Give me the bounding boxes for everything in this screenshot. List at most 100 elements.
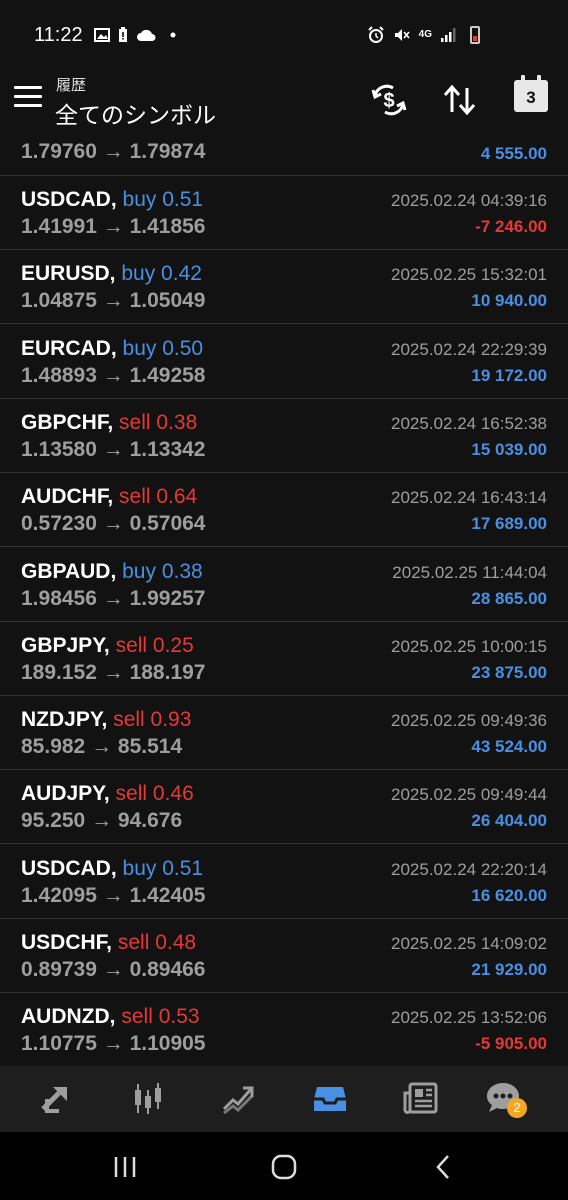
trade-prices: 85.982 → 85.514	[21, 735, 183, 759]
symbol-name: USDCHF,	[21, 931, 113, 954]
trade-time: 2025.02.24 22:29:39	[391, 339, 547, 359]
trade-prices: 1.41991 → 1.41856	[21, 215, 206, 238]
trade-profit: 10 940.00	[471, 291, 547, 311]
alarm-icon	[367, 26, 384, 43]
list-item-partial[interactable]: 1.79760 → 1.79874 4 555.00	[0, 132, 568, 176]
trade-symbol: USDCHF, sell 0.48	[21, 931, 196, 955]
notification-dot-icon	[170, 32, 176, 38]
trade-profit: 16 620.00	[471, 885, 547, 905]
trade-symbol: AUDNZD, sell 0.53	[21, 1005, 200, 1029]
history-list: 1.79760 → 1.79874 4 555.00 USDCAD, buy 0…	[0, 132, 568, 1066]
trade-profit: 28 865.00	[471, 588, 547, 608]
trade-symbol: GBPAUD, buy 0.38	[21, 560, 203, 584]
currency-exchange-icon[interactable]: $	[369, 82, 409, 118]
status-time: 11:22	[34, 24, 83, 46]
trade-profit: 23 875.00	[471, 662, 547, 682]
trade-side: sell 0.64	[119, 485, 198, 509]
menu-icon[interactable]	[14, 86, 42, 110]
trade-prices: 1.13580 → 1.13342	[21, 437, 206, 461]
network-type: 4G	[418, 29, 432, 40]
calendar-day: 3	[526, 88, 536, 107]
trade-time: 2025.02.25 09:49:44	[391, 785, 547, 805]
gallery-icon	[94, 28, 110, 42]
trade-profit: 15 039.00	[471, 439, 547, 459]
trade-time: 2025.02.25 11:44:04	[392, 562, 547, 582]
trade-time: 2025.02.25 15:32:01	[391, 265, 547, 285]
symbol-name: EURUSD,	[21, 262, 116, 286]
sort-icon[interactable]	[440, 82, 480, 118]
symbol-name: EURCAD,	[21, 336, 117, 360]
trade-time: 2025.02.25 13:52:06	[391, 1008, 547, 1028]
list-item[interactable]: AUDJPY, sell 0.46 95.250 → 94.676 2025.02.…	[0, 770, 568, 845]
trade-prices: 95.250 → 94.676	[21, 809, 183, 833]
list-item[interactable]: AUDCHF, sell 0.64 0.57230 → 0.57064 2025.0…	[0, 473, 568, 548]
list-item[interactable]: GBPCHF, sell 0.38 1.13580 → 1.13342 2025.0…	[0, 399, 568, 473]
list-item[interactable]: GBPJPY, sell 0.25 189.152 → 188.197 2025.0…	[0, 622, 568, 696]
home-icon[interactable]	[270, 1154, 298, 1180]
quotes-icon[interactable]	[34, 1078, 78, 1118]
symbol-name: USDCAD,	[21, 856, 117, 880]
symbol-name: GBPAUD,	[21, 559, 117, 583]
symbol-name: GBPJPY,	[21, 633, 110, 657]
news-icon[interactable]	[399, 1078, 443, 1118]
trade-prices: 1.79760 → 1.79874	[21, 140, 206, 163]
trade-symbol: EURCAD, buy 0.50	[21, 337, 203, 361]
trade-side: sell 0.53	[121, 1005, 200, 1029]
page-title[interactable]: 全てのシンボル	[55, 96, 216, 130]
trade-profit: 17 689.00	[471, 514, 547, 534]
chat-badge: 2	[507, 1098, 527, 1118]
trade-profit: 19 172.00	[471, 365, 547, 385]
trade-prices: 1.04875 → 1.05049	[21, 289, 206, 313]
list-item[interactable]: EURUSD, buy 0.42 1.04875 → 1.05049 2025.02…	[0, 250, 568, 325]
trade-symbol: GBPJPY, sell 0.25	[21, 634, 194, 658]
recent-apps-icon[interactable]	[112, 1154, 138, 1180]
trade-prices: 189.152 → 188.197	[21, 660, 206, 684]
trade-symbol: USDCAD, buy 0.51	[21, 857, 203, 881]
list-item[interactable]: USDCAD, buy 0.51 1.42095 → 1.42405 2025.02…	[0, 845, 568, 919]
trade-prices: 0.89739 → 0.89466	[21, 958, 206, 981]
trade-time: 2025.02.24 16:43:14	[391, 488, 547, 508]
chart-icon[interactable]	[126, 1078, 170, 1118]
trade-prices: 1.10775 → 1.10905	[21, 1032, 206, 1056]
history-icon[interactable]	[308, 1078, 352, 1118]
symbol-name: USDCAD,	[21, 188, 117, 211]
symbol-name: GBPCHF,	[21, 410, 114, 434]
list-item[interactable]: EURCAD, buy 0.50 1.48893 → 1.49258 2025.02…	[0, 325, 568, 399]
trade-profit: 26 404.00	[471, 811, 547, 831]
chat-icon[interactable]: 2	[481, 1078, 527, 1118]
trade-profit: 4 555.00	[480, 144, 547, 163]
list-item[interactable]: NZDJPY, sell 0.93 85.982 → 85.514 2025.02.…	[0, 696, 568, 771]
status-bar: 11:22 4G	[0, 0, 568, 68]
list-item[interactable]: USDCAD, buy 0.51 1.41991 → 1.41856 2025.02…	[0, 176, 568, 250]
list-item[interactable]: USDCHF, sell 0.48 0.89739 → 0.89466 2025.0…	[0, 919, 568, 993]
list-item[interactable]: AUDNZD, sell 0.53 1.10775 → 1.10905 2025.0…	[0, 993, 568, 1066]
trade-profit: 21 929.00	[471, 960, 547, 979]
trade-side: buy 0.51	[122, 856, 204, 880]
bottom-nav: 2	[0, 1066, 568, 1132]
trade-side: sell 0.46	[115, 782, 194, 806]
list-item[interactable]: GBPAUD, buy 0.38 1.98456 → 1.99257 2025.02…	[0, 548, 568, 622]
symbol-name: AUDNZD,	[21, 1005, 116, 1029]
mute-icon	[394, 29, 410, 41]
trade-prices: 1.42095 → 1.42405	[21, 883, 206, 907]
page-subtitle: 履歴	[56, 77, 87, 94]
signal-icon	[441, 28, 456, 42]
trade-side: buy 0.38	[122, 559, 203, 583]
svg-text:$: $	[383, 90, 394, 112]
trade-symbol: AUDJPY, sell 0.46	[21, 782, 194, 806]
trade-time: 2025.02.24 22:20:14	[391, 859, 547, 879]
trade-prices: 1.98456 → 1.99257	[21, 586, 206, 610]
trade-symbol: NZDJPY, sell 0.93	[21, 708, 191, 732]
trade-icon[interactable]	[216, 1078, 260, 1118]
calendar-icon[interactable]: 3	[514, 75, 548, 112]
trade-side: sell 0.48	[117, 931, 197, 954]
back-icon[interactable]	[434, 1154, 452, 1180]
trade-time: 2025.02.24 04:39:16	[391, 191, 547, 210]
trade-side: sell 0.38	[119, 410, 198, 434]
trade-profit: 43 524.00	[471, 737, 547, 757]
battery-icon	[470, 26, 480, 44]
trade-symbol: USDCAD, buy 0.51	[21, 188, 203, 212]
system-nav	[0, 1132, 568, 1200]
trade-side: buy 0.51	[122, 188, 204, 211]
trade-side: buy 0.42	[121, 262, 202, 286]
